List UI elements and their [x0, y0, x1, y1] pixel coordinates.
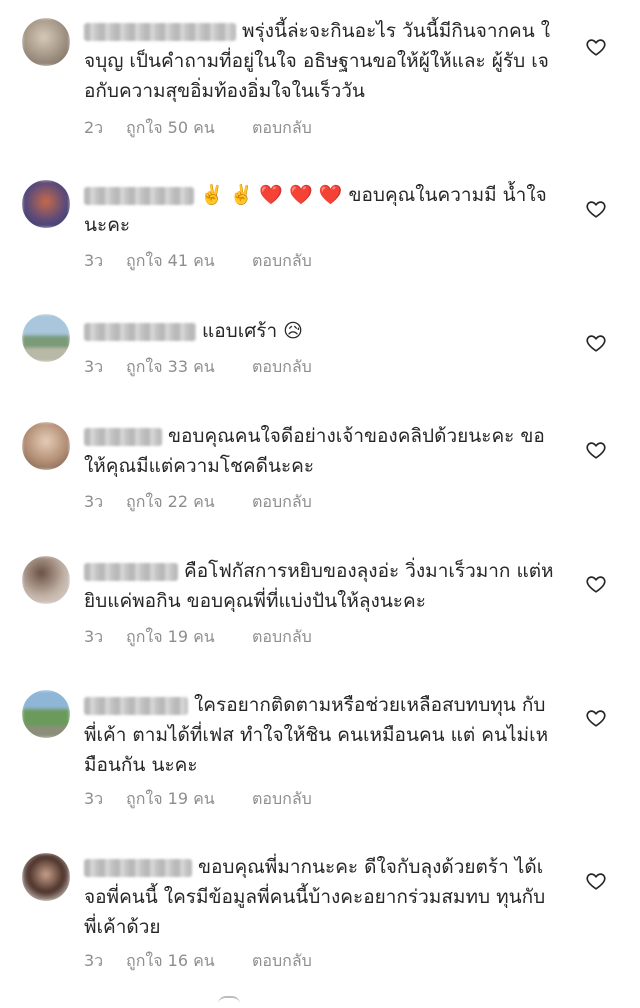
comment-age: 3ว: [84, 357, 104, 376]
comment-age: 3ว: [84, 951, 104, 970]
reply-button[interactable]: ตอบกลับ: [252, 625, 312, 650]
comment-likes[interactable]: ถูกใจ 50 คน: [126, 116, 252, 141]
comment-age: 3ว: [84, 251, 104, 270]
heart-icon[interactable]: [585, 870, 607, 892]
reply-button[interactable]: ตอบกลับ: [252, 490, 312, 515]
comment-text: แอบเศร้า 😥: [202, 320, 303, 342]
avatar[interactable]: [22, 18, 70, 66]
avatar[interactable]: [22, 314, 70, 362]
username-blurred[interactable]: [84, 322, 196, 341]
heart-icon[interactable]: [585, 707, 607, 729]
comment-age: 3ว: [84, 492, 104, 511]
reply-button[interactable]: ตอบกลับ: [252, 249, 312, 274]
avatar[interactable]: [22, 853, 70, 901]
avatar[interactable]: [22, 556, 70, 604]
reply-button[interactable]: ตอบกลับ: [252, 787, 312, 812]
partial-glyph-cutoff: [218, 996, 240, 1006]
comment-likes[interactable]: ถูกใจ 19 คน: [126, 787, 252, 812]
comment-likes[interactable]: ถูกใจ 22 คน: [126, 490, 252, 515]
username-blurred[interactable]: [84, 562, 178, 581]
heart-icon[interactable]: [585, 36, 607, 58]
heart-icon[interactable]: [585, 573, 607, 595]
username-blurred[interactable]: [84, 427, 162, 446]
comment-likes[interactable]: ถูกใจ 19 คน: [126, 625, 252, 650]
comment-likes[interactable]: ถูกใจ 33 คน: [126, 355, 252, 380]
avatar[interactable]: [22, 422, 70, 470]
comment-likes[interactable]: ถูกใจ 16 คน: [126, 949, 252, 974]
comment-likes[interactable]: ถูกใจ 41 คน: [126, 249, 252, 274]
heart-icon[interactable]: [585, 332, 607, 354]
reply-button[interactable]: ตอบกลับ: [252, 116, 312, 141]
comment-age: 3ว: [84, 627, 104, 646]
heart-icon[interactable]: [585, 439, 607, 461]
heart-icon[interactable]: [585, 198, 607, 220]
username-blurred[interactable]: [84, 696, 188, 715]
comment-age: 2ว: [84, 118, 104, 137]
username-blurred[interactable]: [84, 22, 236, 41]
reply-button[interactable]: ตอบกลับ: [252, 949, 312, 974]
username-blurred[interactable]: [84, 858, 192, 877]
username-blurred[interactable]: [84, 186, 194, 205]
avatar[interactable]: [22, 180, 70, 228]
reply-button[interactable]: ตอบกลับ: [252, 355, 312, 380]
comment-age: 3ว: [84, 789, 104, 808]
avatar[interactable]: [22, 690, 70, 738]
